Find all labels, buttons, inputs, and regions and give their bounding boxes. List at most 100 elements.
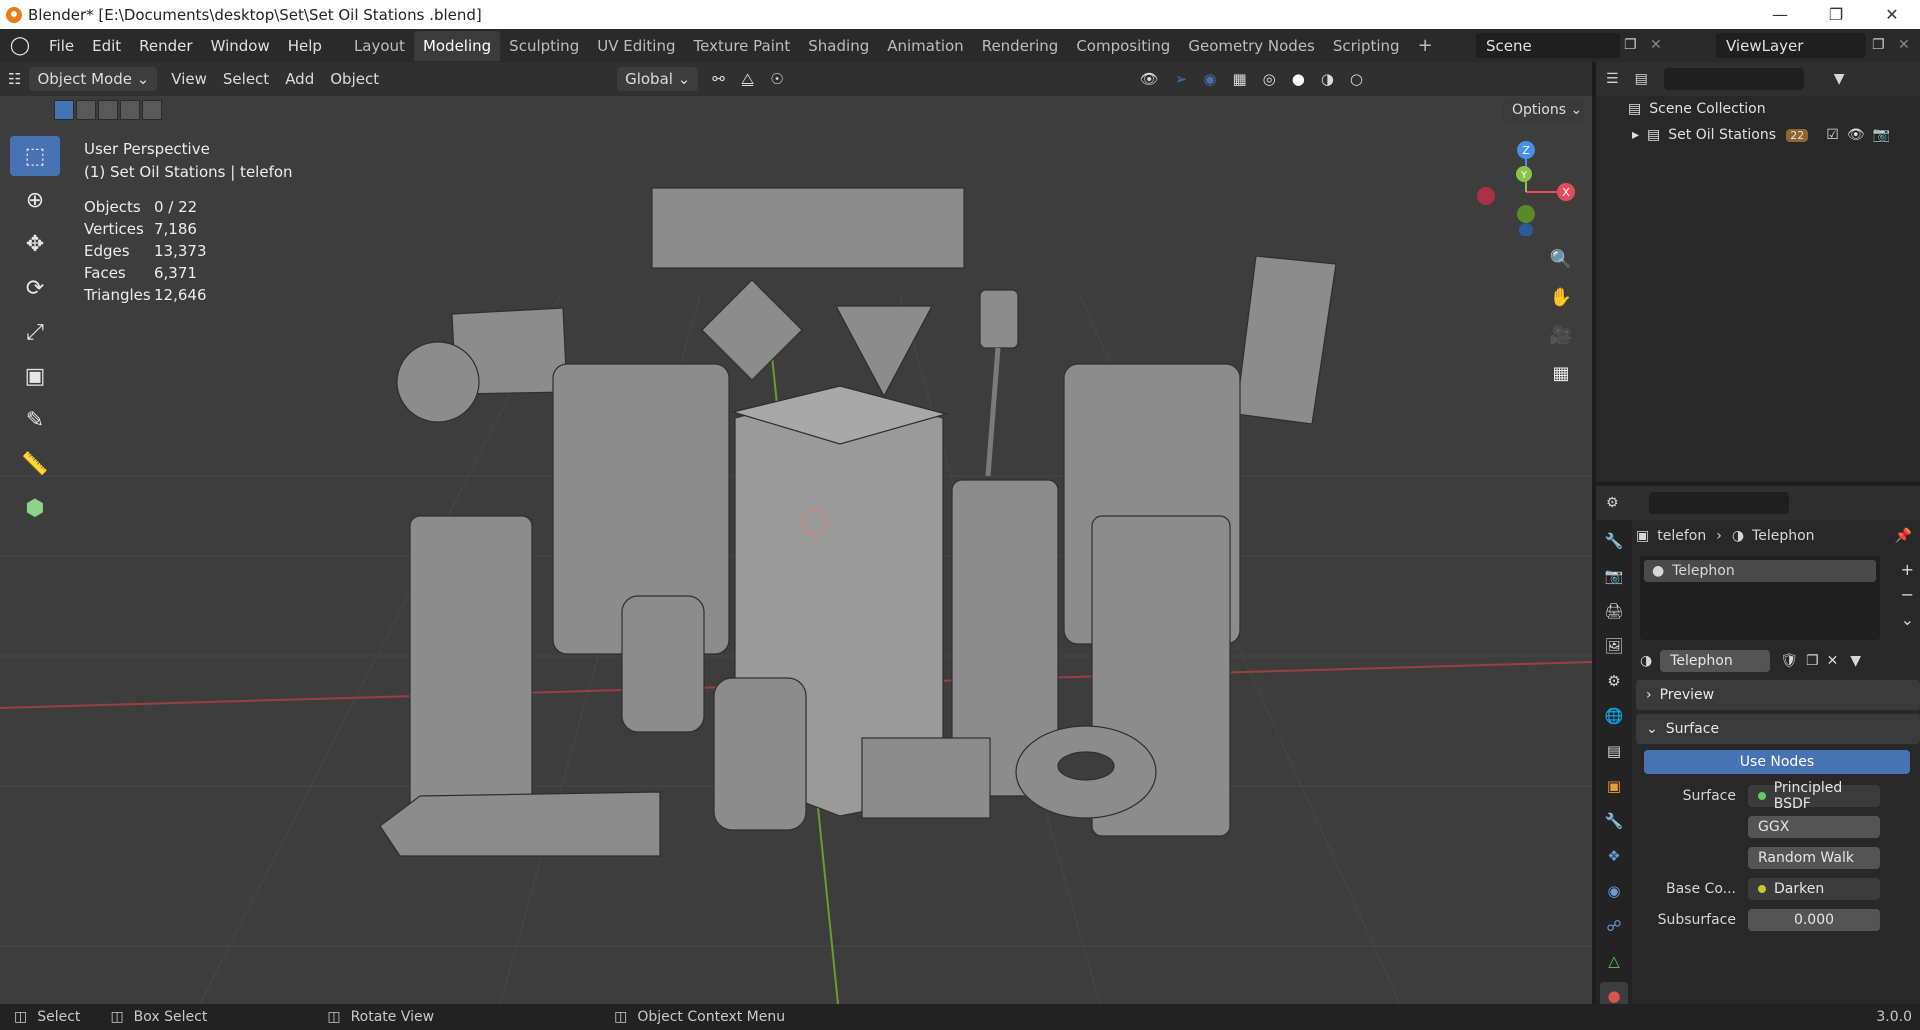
menu-view[interactable]: View [163, 67, 215, 91]
cursor-tool-icon[interactable]: ⊕ [10, 180, 60, 220]
surface-panel-header[interactable]: ⌄ Surface [1636, 714, 1920, 744]
viewlayer-selector[interactable]: ViewLayer [1716, 33, 1866, 58]
filter-icon[interactable]: ▼ [1834, 71, 1845, 87]
neg-x-axis-icon[interactable] [1477, 187, 1495, 205]
rotate-tool-icon[interactable]: ⟳ [10, 268, 60, 308]
select-intersect-icon[interactable] [142, 100, 162, 120]
add-cube-tool-icon[interactable]: ⬢ [10, 488, 60, 528]
overlay-toggle-icon[interactable]: ◉ [1195, 67, 1224, 91]
render-tab-icon[interactable]: 📷 [1600, 562, 1628, 590]
distribution-dropdown[interactable]: GGX [1748, 815, 1880, 838]
new-scene-icon[interactable]: ❐ [1624, 37, 1637, 53]
output-tab-icon[interactable]: 🖨 [1600, 597, 1628, 625]
tab-sculpting[interactable]: Sculpting [500, 31, 588, 61]
menu-edit[interactable]: Edit [83, 37, 130, 55]
gizmo-toggle-icon[interactable]: ➢ [1167, 67, 1196, 91]
mode-dropdown[interactable]: Object Mode ⌄ [29, 67, 158, 91]
menu-add[interactable]: Add [277, 67, 322, 91]
tab-layout[interactable]: Layout [345, 31, 414, 61]
duplicate-material-icon[interactable]: ❐ [1806, 653, 1819, 669]
scene-selector[interactable]: Scene [1476, 33, 1620, 58]
material-name-field[interactable]: Telephon [1660, 650, 1771, 672]
menu-object[interactable]: Object [322, 67, 387, 91]
delete-scene-icon[interactable]: ✕ [1650, 37, 1662, 53]
data-tab-icon[interactable]: △ [1600, 947, 1628, 975]
outliner-search-input[interactable] [1663, 68, 1804, 90]
menu-render[interactable]: Render [130, 37, 201, 55]
select-subtract-icon[interactable] [98, 100, 118, 120]
delete-viewlayer-icon[interactable]: ✕ [1898, 37, 1910, 53]
collection-tab-icon[interactable]: ▤ [1600, 737, 1628, 765]
tab-rendering[interactable]: Rendering [973, 31, 1068, 61]
add-workspace-icon[interactable]: + [1409, 29, 1442, 62]
preview-panel-header[interactable]: › Preview [1636, 680, 1920, 710]
orientation-dropdown[interactable]: Global ⌄ [617, 67, 699, 91]
editor-type-icon[interactable]: ☷ [0, 67, 29, 91]
xray-icon[interactable]: ▦ [1224, 67, 1254, 91]
tab-scripting[interactable]: Scripting [1324, 31, 1409, 61]
transform-tool-icon[interactable]: ▣ [10, 356, 60, 396]
tab-modeling[interactable]: Modeling [413, 30, 501, 61]
view-layer-tab-icon[interactable]: 🖼 [1600, 632, 1628, 660]
tab-geometry-nodes[interactable]: Geometry Nodes [1179, 31, 1324, 61]
unlink-material-icon[interactable]: ✕ [1827, 653, 1839, 669]
tab-compositing[interactable]: Compositing [1067, 31, 1179, 61]
menu-select[interactable]: Select [215, 67, 277, 91]
properties-search-input[interactable] [1648, 492, 1789, 514]
options-dropdown[interactable]: Options ⌄ [1502, 98, 1584, 122]
render-camera-icon[interactable]: 📷 [1873, 127, 1890, 143]
tab-animation[interactable]: Animation [878, 31, 972, 61]
tab-uv-editing[interactable]: UV Editing [588, 31, 684, 61]
eye-icon[interactable]: 👁 [1847, 127, 1865, 143]
pivot-icon[interactable]: ⚯ [704, 67, 733, 91]
solid-shading-icon[interactable]: ● [1284, 67, 1313, 91]
collection-row[interactable]: ▸ ▤ Set Oil Stations 22 ☑ 👁 📷 [1596, 122, 1920, 148]
menu-help[interactable]: Help [279, 37, 331, 55]
annotate-tool-icon[interactable]: ✎ [10, 400, 60, 440]
move-tool-icon[interactable]: ✥ [10, 224, 60, 264]
menu-window[interactable]: Window [202, 37, 279, 55]
pin-icon[interactable]: 📌 [1895, 528, 1912, 544]
new-viewlayer-icon[interactable]: ❐ [1872, 37, 1885, 53]
select-invert-icon[interactable] [120, 100, 140, 120]
navigation-gizmo[interactable]: Z X Y [1476, 136, 1576, 236]
modifier-tab-icon[interactable]: 🔧 [1600, 807, 1628, 835]
node-tree-icon[interactable]: ▼ [1850, 653, 1861, 669]
remove-slot-icon[interactable]: − [1901, 585, 1914, 604]
ortho-grid-icon[interactable]: ▦ [1546, 358, 1576, 388]
browse-material-icon[interactable]: ◑ [1640, 653, 1652, 669]
minimize-icon[interactable]: — [1752, 0, 1808, 29]
surface-shader-field[interactable]: Principled BSDF [1748, 780, 1880, 812]
scale-tool-icon[interactable]: ⤢ [10, 312, 60, 352]
fake-user-icon[interactable]: 🛡 [1780, 653, 1798, 669]
pan-hand-icon[interactable]: ✋ [1546, 282, 1576, 312]
particles-tab-icon[interactable]: ❖ [1600, 842, 1628, 870]
select-extend-icon[interactable] [76, 100, 96, 120]
tab-shading[interactable]: Shading [799, 31, 878, 61]
add-slot-icon[interactable]: + [1901, 560, 1914, 579]
object-tab-icon[interactable]: ▣ [1600, 772, 1628, 800]
subsurface-method-dropdown[interactable]: Random Walk [1748, 846, 1880, 869]
world-tab-icon[interactable]: 🌐 [1600, 702, 1628, 730]
zoom-icon[interactable]: 🔍 [1546, 244, 1576, 274]
constraints-tab-icon[interactable]: ☍ [1600, 912, 1628, 940]
display-mode-icon[interactable]: ▤ [1635, 71, 1648, 87]
properties-editor-icon[interactable]: ⚙ [1606, 495, 1619, 511]
snap-icon[interactable]: ⧋ [733, 67, 762, 91]
close-icon[interactable]: ✕ [1864, 0, 1920, 29]
subsurface-field[interactable]: 0.000 [1748, 908, 1880, 931]
restore-icon[interactable]: ❐ [1808, 0, 1864, 29]
material-shading-icon[interactable]: ◑ [1313, 67, 1342, 91]
select-new-icon[interactable] [54, 100, 74, 120]
3d-viewport[interactable]: Options ⌄ ⬚ ⊕ ✥ ⟳ ⤢ ▣ ✎ 📏 ⬢ User Perspec… [0, 96, 1592, 1004]
visibility-icon[interactable]: 👁 [1132, 67, 1167, 91]
wireframe-shading-icon[interactable]: ◎ [1255, 67, 1284, 91]
select-box-tool-icon[interactable]: ⬚ [10, 136, 60, 176]
proportional-edit-icon[interactable]: ☉ [762, 67, 791, 91]
base-color-field[interactable]: Darken [1748, 877, 1880, 900]
physics-tab-icon[interactable]: ◉ [1600, 877, 1628, 905]
scene-tab-icon[interactable]: ⚙ [1600, 667, 1628, 695]
camera-icon[interactable]: 🎥 [1546, 320, 1576, 350]
tool-tab-icon[interactable]: 🔧 [1600, 527, 1628, 555]
measure-tool-icon[interactable]: 📏 [10, 444, 60, 484]
